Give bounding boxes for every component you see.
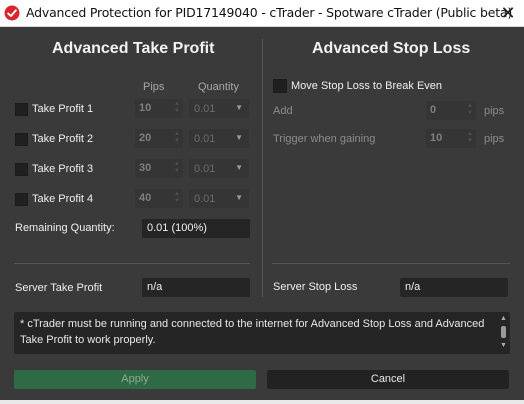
take-profit-1-pips-value: 10 [139,102,152,114]
note-scrollbar[interactable]: ▲ ▼ [500,315,507,351]
apply-button[interactable]: Apply [14,370,256,389]
server-stop-loss-value: n/a [405,281,421,293]
close-icon[interactable]: ✕ [492,0,524,26]
trigger-pips-stepper[interactable]: 10 ▲ ▼ [426,129,476,148]
trigger-pips-value: 10 [430,132,443,144]
take-profit-4-quantity-value: 0.01 [194,193,216,205]
take-profit-2-quantity-select[interactable]: 0.01 ▼ [189,129,249,148]
take-profit-2-pips-stepper[interactable]: 20 ▲ ▼ [135,129,183,148]
trigger-label: Trigger when gaining [273,133,376,145]
trigger-unit-label: pips [484,133,505,145]
server-stop-loss-label: Server Stop Loss [273,281,358,293]
server-take-profit-field: n/a [142,278,250,297]
stepper-arrows-icon[interactable]: ▲ ▼ [466,131,474,146]
stop-loss-heading: Advanced Stop Loss [312,40,471,57]
title-bar: Advanced Protection for PID17149040 - cT… [0,0,524,27]
take-profit-2-checkbox[interactable] [15,133,28,146]
add-unit-label: pips [484,105,505,117]
take-profit-3-label: Take Profit 3 [32,163,94,175]
add-pips-value: 0 [430,104,437,116]
stepper-arrows-icon[interactable]: ▲ ▼ [466,103,474,118]
cancel-button[interactable]: Cancel [267,370,509,389]
take-profit-3-quantity-select[interactable]: 0.01 ▼ [189,159,249,178]
take-profit-3-checkbox[interactable] [15,163,28,176]
take-profit-4-quantity-select[interactable]: 0.01 ▼ [189,189,249,208]
ctrader-logo-icon [4,5,20,21]
add-pips-stepper[interactable]: 0 ▲ ▼ [426,101,476,120]
take-profit-2-quantity-value: 0.01 [194,133,216,145]
take-profit-1-quantity-select[interactable]: 0.01 ▼ [189,99,249,118]
server-take-profit-label: Server Take Profit [15,282,103,294]
take-profit-3-pips-stepper[interactable]: 30 ▲ ▼ [135,159,183,178]
break-even-label: Move Stop Loss to Break Even [291,80,443,92]
take-profit-4-pips-value: 40 [139,192,152,204]
background-strip [0,400,524,404]
remaining-quantity-value: 0.01 (100%) [147,222,207,234]
remaining-quantity-label: Remaining Quantity: [15,222,115,234]
scroll-down-icon[interactable]: ▼ [500,342,507,349]
take-profit-heading: Advanced Take Profit [52,40,215,57]
window-title: Advanced Protection for PID17149040 - cT… [26,5,513,20]
take-profit-1-quantity-value: 0.01 [194,103,216,115]
server-stop-loss-field: n/a [400,278,508,297]
take-profit-1-label: Take Profit 1 [32,103,94,115]
take-profit-4-label: Take Profit 4 [32,193,94,205]
break-even-checkbox[interactable] [273,79,287,93]
scroll-up-icon[interactable]: ▲ [500,315,507,322]
divider [272,263,510,264]
stepper-arrows-icon[interactable]: ▲ ▼ [173,161,181,176]
remaining-quantity-field: 0.01 (100%) [142,219,250,238]
take-profit-1-checkbox[interactable] [15,103,28,116]
advanced-protection-dialog: Advanced Take Profit Pips Quantity Take … [0,27,524,404]
take-profit-3-quantity-value: 0.01 [194,163,216,175]
stepper-arrows-icon[interactable]: ▲ ▼ [173,191,181,206]
stepper-arrows-icon[interactable]: ▲ ▼ [173,101,181,116]
disclaimer-text: * cTrader must be running and connected … [20,318,485,346]
take-profit-4-pips-stepper[interactable]: 40 ▲ ▼ [135,189,183,208]
scroll-thumb[interactable] [501,326,506,338]
column-divider [262,39,263,297]
chevron-down-icon: ▼ [235,103,243,112]
divider [14,263,250,264]
take-profit-2-label: Take Profit 2 [32,133,94,145]
chevron-down-icon: ▼ [235,163,243,172]
stepper-arrows-icon[interactable]: ▲ ▼ [173,131,181,146]
server-take-profit-value: n/a [147,281,163,293]
take-profit-4-checkbox[interactable] [15,193,28,206]
take-profit-1-pips-stepper[interactable]: 10 ▲ ▼ [135,99,183,118]
take-profit-2-pips-value: 20 [139,132,152,144]
chevron-down-icon: ▼ [235,193,243,202]
chevron-down-icon: ▼ [235,133,243,142]
take-profit-3-pips-value: 30 [139,162,152,174]
pips-column-header: Pips [143,81,165,93]
disclaimer-note: * cTrader must be running and connected … [14,312,510,354]
add-label: Add [273,105,293,117]
quantity-column-header: Quantity [198,81,239,93]
